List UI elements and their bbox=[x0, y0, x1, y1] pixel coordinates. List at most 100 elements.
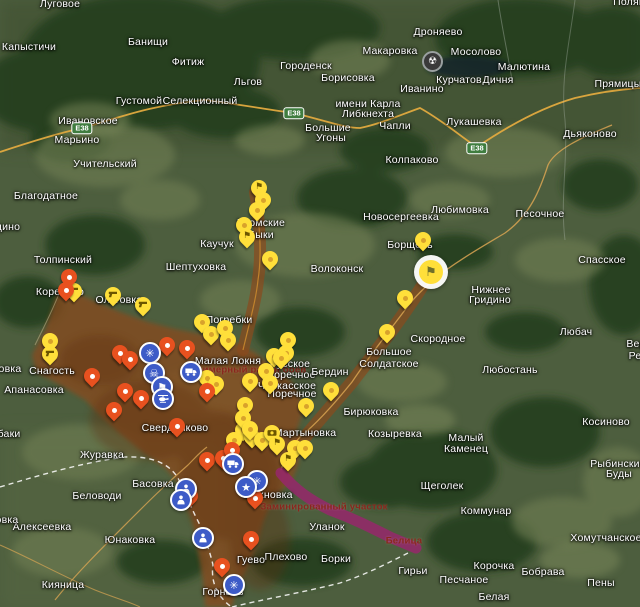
pin-dot bbox=[243, 403, 248, 408]
orange-pin[interactable] bbox=[121, 350, 139, 374]
place-label: Бирюковка bbox=[343, 406, 398, 418]
nuclear-plant-marker[interactable]: ☢ bbox=[422, 51, 443, 72]
pin-dot bbox=[385, 330, 390, 335]
yellow-pin[interactable]: ⚑ bbox=[238, 228, 256, 252]
unit-marker[interactable]: ✳ bbox=[139, 342, 161, 364]
flag-icon: ⚑ bbox=[238, 230, 256, 243]
yellow-pin[interactable] bbox=[396, 289, 414, 313]
unit-marker[interactable] bbox=[192, 527, 214, 549]
truck-icon bbox=[185, 367, 197, 377]
pin-dot bbox=[48, 339, 53, 344]
road-badge: E38 bbox=[283, 107, 304, 119]
place-label: Селекционный bbox=[163, 95, 238, 107]
place-label: Новосергеевка bbox=[363, 211, 439, 223]
pin-dot bbox=[223, 326, 228, 331]
place-label: Вер bbox=[626, 338, 640, 350]
unit-marker[interactable]: ✳ bbox=[223, 574, 245, 596]
orange-pin[interactable] bbox=[198, 382, 216, 406]
unit-marker[interactable] bbox=[152, 388, 174, 410]
orange-pin[interactable] bbox=[242, 530, 260, 554]
pin-dot bbox=[139, 396, 144, 401]
yellow-pin[interactable] bbox=[297, 397, 315, 421]
person-icon bbox=[197, 533, 209, 543]
map-canvas[interactable]: ЛуговоеКапыстичиБанищиФитижГороденскЛьго… bbox=[0, 0, 640, 607]
yellow-pin[interactable] bbox=[322, 381, 340, 405]
place-label: дино bbox=[0, 221, 20, 233]
flag-icon: ⚑ bbox=[419, 260, 443, 284]
orange-pin[interactable] bbox=[168, 417, 186, 441]
place-label: Иванино bbox=[400, 83, 444, 95]
place-label: Скородное bbox=[411, 333, 466, 345]
yellow-pin[interactable] bbox=[378, 323, 396, 347]
yellow-pin[interactable] bbox=[261, 250, 279, 274]
pin-dot bbox=[253, 496, 258, 501]
place-label: Козыревка bbox=[368, 428, 422, 440]
war-annotation-label: Белица bbox=[386, 536, 422, 547]
helicopter-icon bbox=[157, 394, 169, 404]
place-label: Солдатское bbox=[359, 358, 418, 370]
place-label: Большое bbox=[366, 346, 412, 358]
war-annotation-label: Заминированный участок bbox=[260, 502, 387, 513]
pin-dot bbox=[64, 288, 69, 293]
orange-pin[interactable] bbox=[57, 281, 75, 305]
place-label: Малютина bbox=[498, 61, 550, 73]
place-label: Пены bbox=[587, 577, 615, 589]
unit-marker[interactable]: ★ bbox=[235, 476, 257, 498]
pin-dot bbox=[248, 379, 253, 384]
yellow-pin[interactable] bbox=[219, 331, 237, 355]
unit-marker[interactable] bbox=[170, 489, 192, 511]
place-label: Любостань bbox=[482, 364, 537, 376]
place-label: Апанасовка bbox=[4, 384, 64, 396]
place-label: Либкнехта bbox=[342, 108, 394, 120]
place-label: Дьяконово bbox=[563, 128, 617, 140]
place-label: Спасское bbox=[578, 254, 626, 266]
place-label: Кияница bbox=[42, 579, 85, 591]
highlighted-flag-marker[interactable]: ⚑ bbox=[414, 255, 448, 289]
pin-dot bbox=[268, 257, 273, 262]
yellow-pin[interactable] bbox=[134, 296, 152, 320]
unit-marker[interactable] bbox=[222, 453, 244, 475]
yellow-pin[interactable] bbox=[296, 439, 314, 463]
pistol-icon bbox=[104, 288, 122, 301]
pin-dot bbox=[279, 356, 284, 361]
person-icon bbox=[175, 495, 187, 505]
orange-pin[interactable] bbox=[132, 389, 150, 413]
place-label: Прямицыно bbox=[594, 78, 640, 90]
pin-dot bbox=[220, 564, 225, 569]
place-label: Гирьи bbox=[398, 565, 427, 577]
truck-icon bbox=[227, 459, 239, 469]
place-label: овка bbox=[0, 363, 21, 375]
orange-pin[interactable] bbox=[158, 336, 176, 360]
pin-dot bbox=[403, 296, 408, 301]
place-label: Лукашевка bbox=[446, 116, 501, 128]
yellow-pin[interactable]: ⚑ bbox=[279, 451, 297, 475]
yellow-pin[interactable] bbox=[104, 286, 122, 310]
unit-marker[interactable] bbox=[180, 361, 202, 383]
pin-dot bbox=[230, 448, 235, 453]
place-label: Любимовка bbox=[431, 204, 489, 216]
place-label: Борки bbox=[321, 553, 351, 565]
yellow-pin[interactable] bbox=[41, 345, 59, 369]
place-label: Щеголек bbox=[421, 480, 464, 492]
place-label: Бердин bbox=[311, 366, 348, 378]
yellow-pin[interactable] bbox=[241, 372, 259, 396]
yellow-pin[interactable] bbox=[261, 374, 279, 398]
pin-dot bbox=[255, 208, 260, 213]
pin-dot bbox=[67, 275, 72, 280]
place-label: Банищи bbox=[128, 36, 168, 48]
place-label: баки bbox=[0, 428, 20, 440]
place-label: Учительский bbox=[73, 158, 137, 170]
place-label: Хомутчанское bbox=[570, 532, 640, 544]
yellow-pin[interactable] bbox=[414, 231, 432, 255]
place-label: Макаровка bbox=[362, 45, 417, 57]
place-label: Басовка bbox=[132, 478, 174, 490]
place-label: Песочное bbox=[516, 208, 565, 220]
orange-pin[interactable] bbox=[178, 339, 196, 363]
place-label: Колпаково bbox=[385, 154, 438, 166]
place-label: Марьино bbox=[55, 134, 100, 146]
orange-pin[interactable] bbox=[83, 367, 101, 391]
place-label: Борисовка bbox=[321, 72, 375, 84]
place-label: Волоконск bbox=[311, 263, 364, 275]
pin-dot bbox=[286, 338, 291, 343]
place-label: Фитиж bbox=[172, 56, 205, 68]
